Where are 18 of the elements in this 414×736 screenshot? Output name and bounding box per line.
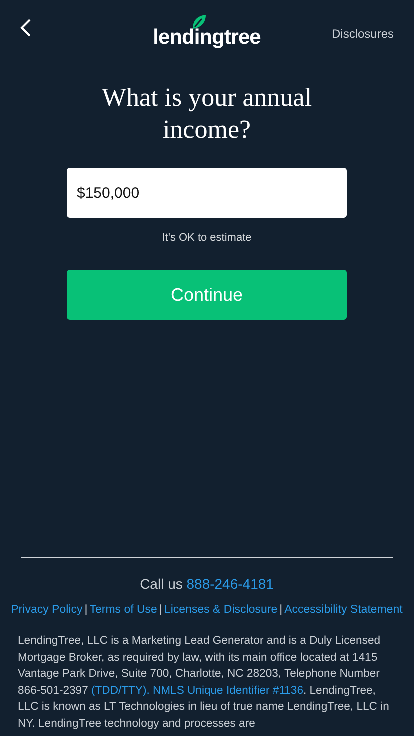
disclosures-link[interactable]: Disclosures: [332, 27, 394, 41]
phone-link[interactable]: 888-246-4181: [186, 576, 274, 592]
logo: lendingtree: [153, 26, 261, 49]
back-icon: [20, 18, 32, 38]
leaf-icon: [191, 14, 208, 30]
footer-link[interactable]: Accessibility Statement: [284, 604, 403, 616]
footer-link[interactable]: Licenses & Disclosure: [164, 604, 278, 616]
income-field[interactable]: $150,000: [67, 168, 347, 218]
question-heading: What is your annual income?: [100, 82, 314, 146]
separator: |: [84, 604, 88, 616]
footer-link[interactable]: Privacy Policy: [11, 604, 83, 616]
nmls-link[interactable]: (TDD/TTY). NMLS Unique Identifier #1136: [92, 684, 304, 696]
separator: |: [280, 604, 283, 616]
hint-text: It's OK to estimate: [162, 232, 252, 244]
disclaimer-text: LendingTree, LLC is a Marketing Lead Generator and is a Duly Licensed Mortgage Broker, as required by law, with its main office located at 1415 Vantage Park Drive, Suite 700, Charlotte, NC 28203, Telephone Number 866-501-2397 (TDD/TTY). NMLS Unique Identifier #1136. LendingTree, LLC is known as LT Technologies in lieu of true name LendingTree, LLC in NY. LendingTree technology and processes are: [18, 634, 390, 732]
separator: |: [159, 604, 162, 616]
call-label: Call us: [140, 576, 183, 592]
footer-link[interactable]: Terms of Use: [90, 604, 158, 616]
